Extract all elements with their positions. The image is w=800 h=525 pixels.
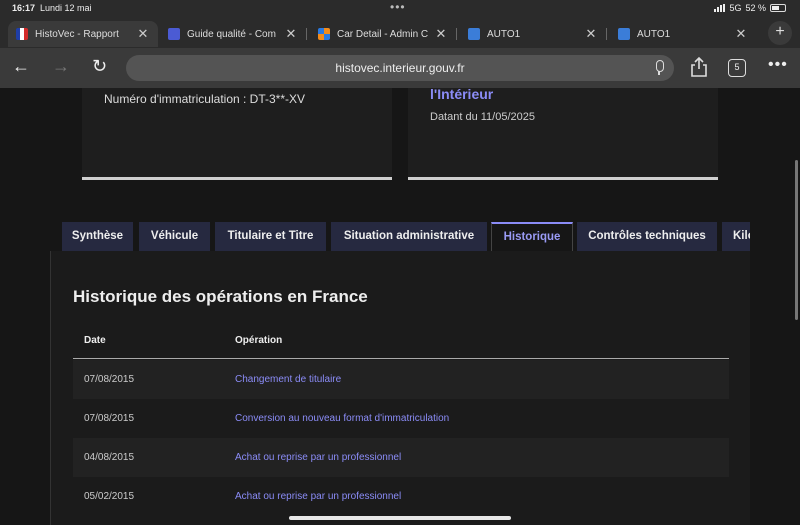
browser-tab-label: HistoVec - Rapport bbox=[35, 28, 119, 40]
status-indicators: 5G 52 % bbox=[714, 3, 786, 13]
vehicle-card: Numéro d'immatriculation : DT-3**-XV bbox=[82, 88, 392, 180]
status-bar: 16:17 Lundi 12 mai ••• 5G 52 % bbox=[0, 0, 800, 18]
tab-historique[interactable]: Historique bbox=[491, 222, 573, 251]
auto1-icon bbox=[468, 28, 480, 40]
column-header-operation: Opération bbox=[235, 335, 283, 346]
browser-tab-auto1-2[interactable]: AUTO1 ✕ bbox=[610, 21, 756, 47]
more-menu-icon[interactable]: ••• bbox=[768, 56, 788, 74]
tab-controles-techniques[interactable]: Contrôles techniques bbox=[577, 222, 717, 251]
table-header: Date Opération bbox=[73, 323, 729, 359]
multitask-dots-icon[interactable]: ••• bbox=[390, 0, 406, 14]
page-content: Numéro d'immatriculation : DT-3**-XV l'I… bbox=[0, 86, 800, 525]
reload-icon[interactable]: ↻ bbox=[92, 56, 107, 77]
forward-arrow-icon[interactable]: → bbox=[52, 56, 70, 77]
tab-synthese[interactable]: Synthèse bbox=[62, 222, 133, 251]
browser-tab-car-detail[interactable]: Car Detail - Admin C ✕ bbox=[310, 21, 457, 47]
row-operation-link[interactable]: Achat ou reprise par un professionnel bbox=[235, 477, 401, 516]
source-title: l'Intérieur bbox=[430, 86, 494, 102]
tab-situation-administrative[interactable]: Situation administrative bbox=[331, 222, 487, 251]
row-operation-link[interactable]: Changement de titulaire bbox=[235, 360, 341, 399]
report-tabs: Synthèse Véhicule Titulaire et Titre Sit… bbox=[61, 222, 750, 252]
browser-tab-bar: HistoVec - Rapport ✕ Guide qualité - Com… bbox=[0, 18, 800, 48]
share-icon[interactable] bbox=[690, 56, 708, 78]
browser-tab-auto1[interactable]: AUTO1 ✕ bbox=[460, 21, 607, 47]
report-date: Datant du 11/05/2025 bbox=[430, 111, 535, 123]
new-tab-button[interactable]: + bbox=[768, 21, 792, 45]
browser-tab-label: AUTO1 bbox=[637, 28, 671, 40]
browser-tab-label: Car Detail - Admin C bbox=[337, 28, 429, 40]
source-card: l'Intérieur Datant du 11/05/2025 bbox=[408, 86, 718, 180]
url-text: histovec.interieur.gouv.fr bbox=[335, 61, 465, 75]
document-icon bbox=[168, 28, 180, 40]
close-tab-icon[interactable]: ✕ bbox=[284, 26, 298, 42]
browser-tab-guide[interactable]: Guide qualité - Com ✕ bbox=[160, 21, 307, 47]
home-indicator[interactable] bbox=[289, 516, 511, 520]
section-title: Historique des opérations en France bbox=[73, 287, 368, 306]
row-date: 05/02/2015 bbox=[84, 491, 135, 502]
auto1-icon bbox=[618, 28, 630, 40]
table-row: 05/02/2015 Achat ou reprise par un profe… bbox=[73, 477, 729, 516]
browser-tab-histovec[interactable]: HistoVec - Rapport ✕ bbox=[8, 21, 158, 47]
close-tab-icon[interactable]: ✕ bbox=[734, 26, 748, 42]
microphone-icon[interactable] bbox=[654, 60, 664, 76]
battery-icon bbox=[770, 4, 786, 12]
tab-titulaire[interactable]: Titulaire et Titre bbox=[215, 222, 326, 251]
row-date: 07/08/2015 bbox=[84, 374, 135, 385]
table-row: 04/08/2015 Achat ou reprise par un profe… bbox=[73, 438, 729, 477]
tab-vehicule[interactable]: Véhicule bbox=[139, 222, 210, 251]
tab-kilometrage[interactable]: Kilo bbox=[722, 222, 750, 251]
registration-number: Numéro d'immatriculation : DT-3**-XV bbox=[104, 92, 306, 106]
french-flag-icon bbox=[16, 28, 28, 40]
browser-toolbar: ← → ↻ histovec.interieur.gouv.fr 5 ••• bbox=[0, 48, 800, 88]
battery-percent: 52 % bbox=[745, 3, 766, 13]
row-operation-link[interactable]: Achat ou reprise par un professionnel bbox=[235, 438, 401, 477]
date: Lundi 12 mai bbox=[40, 3, 92, 13]
close-tab-icon[interactable]: ✕ bbox=[434, 26, 448, 42]
row-operation-link[interactable]: Conversion au nouveau format d'immatricu… bbox=[235, 399, 449, 438]
scrollbar[interactable] bbox=[795, 160, 798, 320]
back-arrow-icon[interactable]: ← bbox=[12, 56, 30, 77]
tab-count-button[interactable]: 5 bbox=[728, 59, 746, 77]
row-date: 04/08/2015 bbox=[84, 452, 135, 463]
address-bar[interactable]: histovec.interieur.gouv.fr bbox=[126, 55, 674, 81]
history-panel: Historique des opérations en France Date… bbox=[50, 251, 750, 525]
network-type: 5G bbox=[729, 3, 742, 13]
clock: 16:17 bbox=[12, 3, 36, 13]
table-row: 07/08/2015 Conversion au nouveau format … bbox=[73, 399, 729, 438]
column-header-date: Date bbox=[84, 335, 106, 346]
close-tab-icon[interactable]: ✕ bbox=[584, 26, 598, 42]
table-row: 07/08/2015 Changement de titulaire bbox=[73, 360, 729, 399]
car-admin-icon bbox=[318, 28, 330, 40]
browser-tab-label: Guide qualité - Com bbox=[187, 28, 276, 40]
browser-tab-label: AUTO1 bbox=[487, 28, 521, 40]
signal-icon bbox=[714, 4, 726, 12]
row-date: 07/08/2015 bbox=[84, 413, 135, 424]
close-tab-icon[interactable]: ✕ bbox=[136, 26, 150, 42]
